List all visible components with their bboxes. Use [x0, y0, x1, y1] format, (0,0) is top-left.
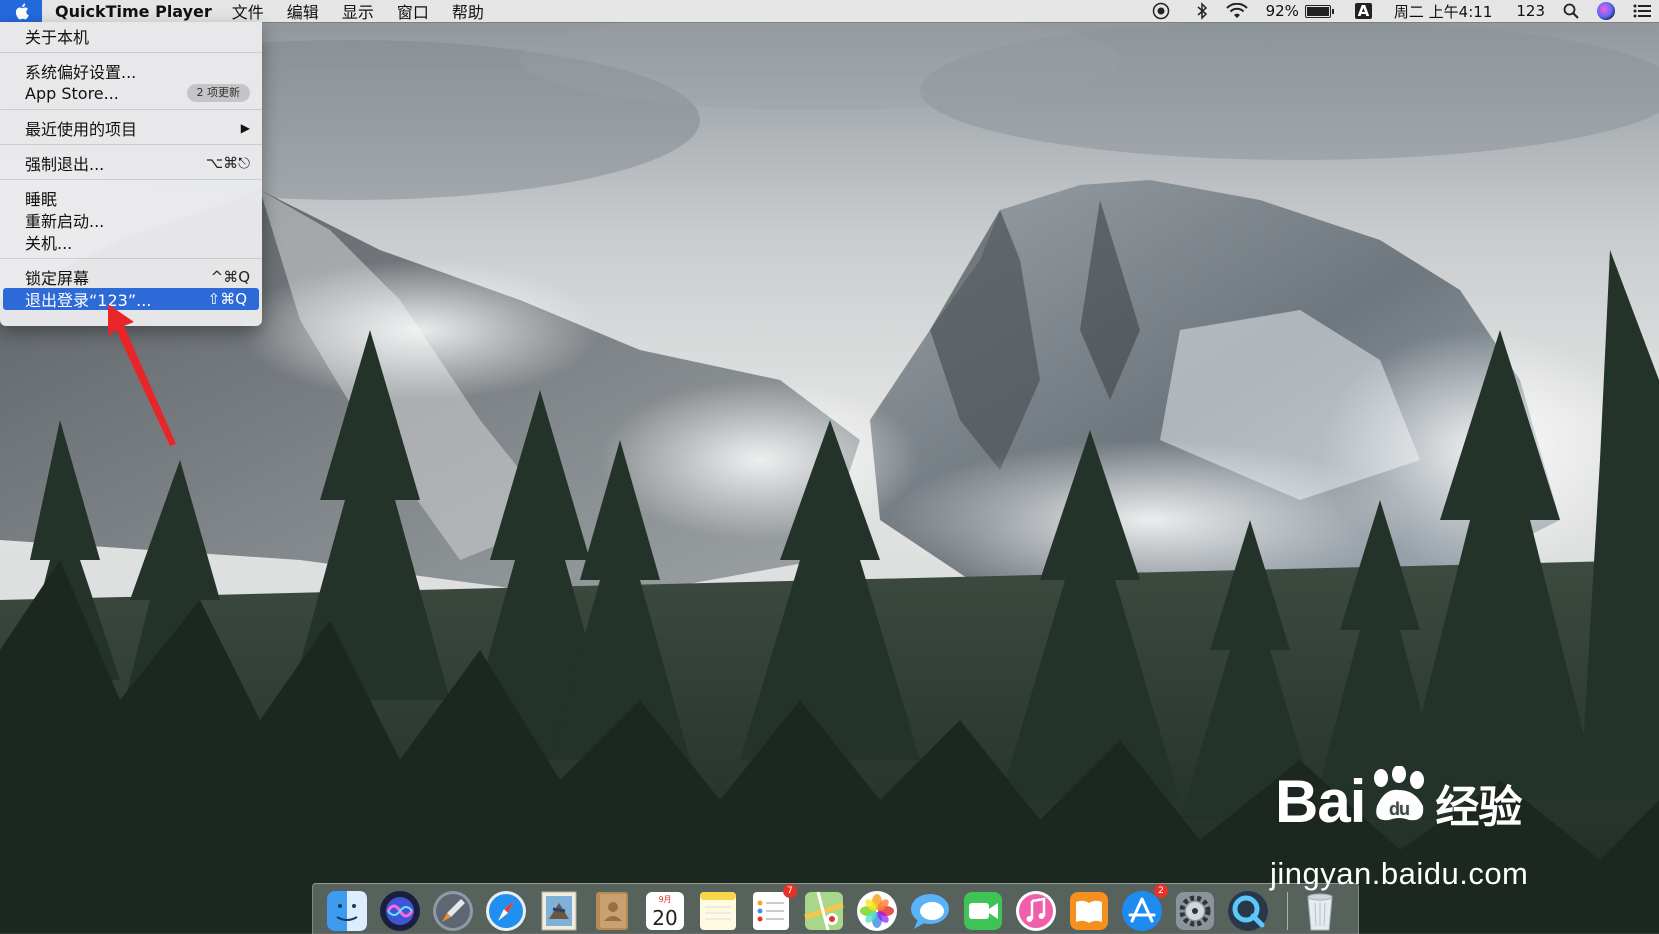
calendar-icon: 9月 20	[646, 892, 684, 930]
dock-notes[interactable]	[696, 889, 740, 933]
dock-facetime[interactable]	[961, 889, 1005, 933]
dock-system-preferences[interactable]	[1173, 889, 1217, 933]
shortcut-label: ⇧⌘Q	[207, 290, 247, 308]
menu-item-app-store[interactable]: App Store... 2 项更新	[0, 82, 262, 104]
menu-item-label: 重新启动...	[25, 212, 105, 231]
dock-reminders[interactable]: 7	[749, 884, 797, 933]
submenu-arrow-icon: ▶	[240, 121, 250, 135]
wifi-icon[interactable]	[1225, 3, 1248, 19]
dock-calendar[interactable]: 9月 20	[643, 889, 687, 933]
menu-item-label: 锁定屏幕	[25, 269, 90, 288]
menu-item-system-prefs[interactable]: 系统偏好设置...	[0, 60, 262, 82]
calendar-day: 20	[652, 906, 677, 930]
dock-launchpad[interactable]	[431, 889, 475, 933]
battery-level-fill	[1306, 6, 1329, 16]
watermark-logo-suffix: 经验	[1435, 783, 1522, 832]
menu-view[interactable]: 显示	[342, 0, 374, 23]
updates-badge: 2 项更新	[186, 84, 250, 102]
clock[interactable]: 周二 上午4:11	[1394, 1, 1492, 22]
notification-center-icon[interactable]	[1633, 4, 1651, 18]
shortcut-label: ⌥⌘⎋	[205, 154, 250, 172]
appstore-badge: 2	[1154, 884, 1168, 898]
record-icon[interactable]	[1152, 2, 1170, 20]
menu-item-label: 关于本机	[25, 28, 90, 47]
watermark-logo-text: Bai	[1275, 768, 1366, 835]
dock-photos[interactable]	[855, 889, 899, 933]
dock-quicktime[interactable]	[1226, 889, 1270, 933]
menu-item-label: 强制退出...	[25, 155, 105, 174]
dock: 9月 20 7 2	[312, 883, 1359, 934]
battery-status[interactable]: 92%	[1265, 2, 1334, 20]
rocket-icon	[433, 891, 473, 931]
messages-bubble-icon	[911, 894, 949, 929]
app-menu-quicktime[interactable]: QuickTime Player	[55, 2, 212, 21]
dock-itunes[interactable]	[1014, 889, 1058, 933]
menu-item-restart[interactable]: 重新启动...	[0, 209, 262, 231]
gear-icon	[1176, 892, 1214, 930]
bluetooth-icon[interactable]	[1196, 2, 1208, 20]
siri-icon	[380, 891, 420, 931]
user-menu[interactable]: 123	[1516, 2, 1545, 20]
dock-maps[interactable]	[802, 889, 846, 933]
watermark-url: jingyan.baidu.com	[1270, 856, 1529, 891]
map-icon	[804, 891, 844, 931]
dock-contacts[interactable]	[590, 889, 634, 933]
search-icon[interactable]	[1563, 3, 1579, 19]
menu-separator	[0, 109, 262, 110]
menu-item-label: 关机...	[25, 234, 73, 253]
menu-item-label: 系统偏好设置...	[25, 63, 137, 82]
battery-icon	[1304, 4, 1334, 18]
open-book-icon	[1070, 892, 1108, 930]
finder-icon	[327, 891, 367, 931]
siri-icon[interactable]	[1597, 2, 1615, 20]
menu-window[interactable]: 窗口	[397, 0, 429, 23]
menu-help[interactable]: 帮助	[452, 0, 484, 23]
dock-finder[interactable]	[325, 889, 369, 933]
dock-safari[interactable]	[484, 889, 528, 933]
menu-item-lock-screen[interactable]: 锁定屏幕 ^⌘Q	[0, 266, 262, 288]
menu-separator	[0, 52, 262, 53]
reminders-badge: 7	[783, 884, 797, 898]
dock-mail[interactable]	[537, 889, 581, 933]
mail-stamp-icon	[541, 891, 577, 931]
calendar-month: 9月	[658, 895, 671, 904]
menu-item-shutdown[interactable]: 关机...	[0, 231, 262, 253]
video-camera-icon	[964, 892, 1002, 930]
contacts-book-icon	[596, 892, 628, 930]
dock-ibooks[interactable]	[1067, 889, 1111, 933]
menu-item-recent-items[interactable]: 最近使用的项目 ▶	[0, 117, 262, 139]
compass-icon	[486, 891, 526, 931]
menu-separator	[0, 144, 262, 145]
apple-menu-button[interactable]	[0, 0, 42, 22]
battery-percent: 92%	[1265, 2, 1299, 20]
menu-item-label: 最近使用的项目	[25, 120, 138, 139]
apple-logo-icon	[15, 3, 29, 19]
dock-siri[interactable]	[378, 889, 422, 933]
menu-edit[interactable]: 编辑	[287, 0, 319, 23]
menu-item-sleep[interactable]: 睡眠	[0, 187, 262, 209]
photos-flower-icon	[857, 891, 897, 931]
menu-item-label: 睡眠	[25, 190, 58, 209]
paw-icon: du	[1374, 765, 1425, 821]
dock-messages[interactable]	[908, 889, 952, 933]
menu-separator	[0, 258, 262, 259]
dock-app-store[interactable]: 2	[1120, 884, 1168, 933]
apple-menu-dropdown: 关于本机 系统偏好设置... App Store... 2 项更新 最近使用的项…	[0, 22, 262, 326]
svg-text:du: du	[1389, 799, 1409, 819]
menu-bar: QuickTime Player 文件 编辑 显示 窗口 帮助 92% A 周二…	[0, 0, 1659, 22]
annotation-arrow	[108, 304, 176, 446]
menu-item-about[interactable]: 关于本机	[0, 25, 262, 47]
menu-separator	[0, 179, 262, 180]
baidu-jingyan-watermark: Bai du 经验 jingyan.baidu.com	[1270, 752, 1570, 902]
watermark-logo: Bai du 经验	[1275, 765, 1522, 836]
menu-item-label: App Store...	[25, 83, 119, 103]
music-note-icon	[1016, 891, 1056, 931]
input-method-icon[interactable]: A	[1354, 2, 1372, 20]
menu-item-force-quit[interactable]: 强制退出... ⌥⌘⎋	[0, 152, 262, 174]
shortcut-label: ^⌘Q	[210, 268, 250, 286]
menu-file[interactable]: 文件	[232, 0, 264, 23]
notes-icon	[700, 892, 736, 930]
quicktime-icon	[1228, 891, 1268, 931]
